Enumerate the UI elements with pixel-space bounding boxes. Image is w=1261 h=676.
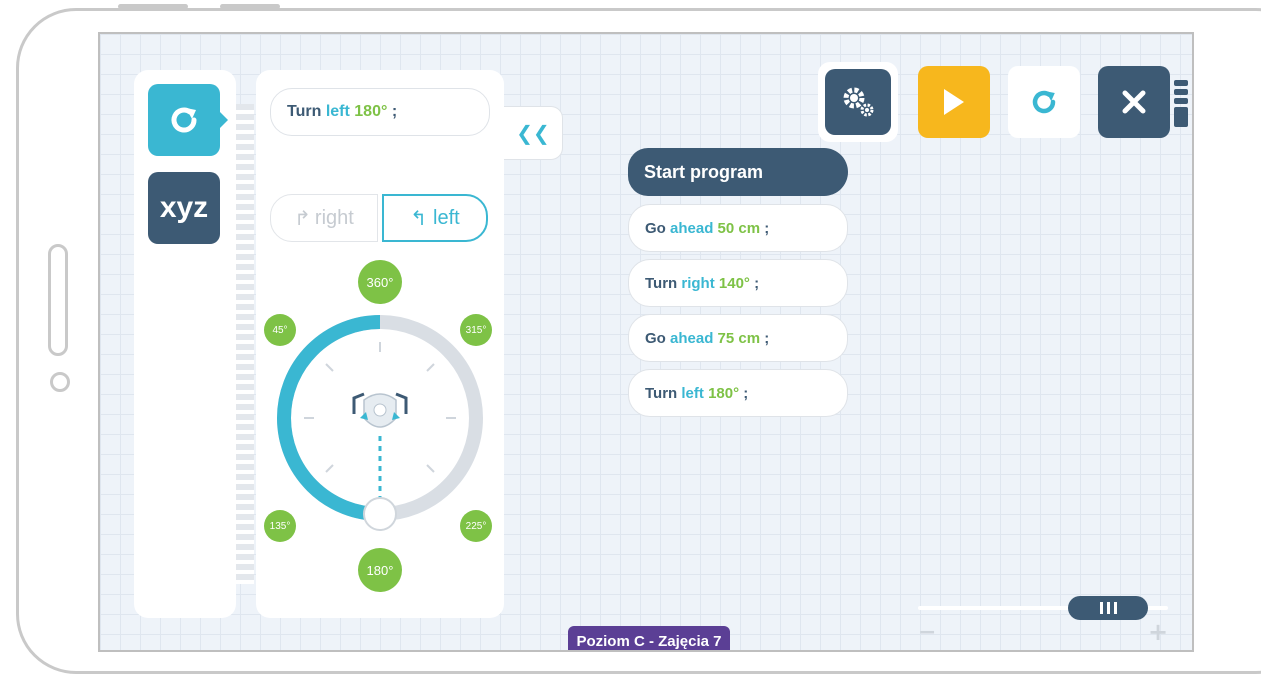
angle-label-lower-left[interactable]: 135° xyxy=(264,510,296,542)
angle-label-upper-left[interactable]: 45° xyxy=(264,314,296,346)
program-command[interactable]: Go ahead 50 cm ; xyxy=(628,204,848,252)
start-program-block[interactable]: Start program xyxy=(628,148,848,196)
command-verb: Turn xyxy=(645,274,678,292)
dial-knob xyxy=(363,497,397,531)
arrow-right-icon: ↱ xyxy=(294,207,311,230)
arrow-left-icon: ↰ xyxy=(410,207,428,230)
angle-label-top[interactable]: 360° xyxy=(358,260,402,304)
command-keyword: ahead xyxy=(670,219,714,237)
phone-button xyxy=(118,4,188,9)
level-badge: Poziom C - Zajęcia 7 xyxy=(568,626,730,650)
collapse-panel-button[interactable]: ❮❮ xyxy=(504,106,563,160)
close-button[interactable] xyxy=(1098,66,1170,138)
play-button[interactable] xyxy=(918,66,990,138)
command-terminator: ; xyxy=(764,329,770,347)
double-chevron-left-icon: ❮❮ xyxy=(516,121,550,145)
command-value: 140° xyxy=(718,274,750,292)
command-verb: Turn xyxy=(645,384,678,402)
phone-home-button xyxy=(50,372,70,392)
angle-label-upper-right[interactable]: 315° xyxy=(460,314,492,346)
category-rotate-button[interactable] xyxy=(148,84,220,156)
settings-button-frame xyxy=(818,62,898,142)
gears-icon xyxy=(843,87,874,117)
program-command[interactable]: Go ahead 75 cm ; xyxy=(628,314,848,362)
phone-button xyxy=(220,4,280,9)
preview-keyword: left xyxy=(325,103,350,120)
zoom-out-button[interactable]: − xyxy=(918,620,936,645)
command-keyword: left xyxy=(681,384,704,402)
turn-editor-panel: Turn left 180° ; ↱ right ↰ left 360° 180… xyxy=(256,70,504,618)
program-command[interactable]: Turn right 140° ; xyxy=(628,259,848,307)
close-icon xyxy=(1122,90,1146,114)
category-sidebar: xyz xyxy=(134,70,236,618)
direction-right-label: right xyxy=(314,206,354,229)
play-icon xyxy=(944,89,964,115)
preview-value: 180° xyxy=(354,103,388,120)
preview-verb: Turn xyxy=(287,103,322,120)
selected-indicator xyxy=(220,112,228,128)
command-keyword: right xyxy=(681,274,715,292)
command-terminator: ; xyxy=(754,274,760,292)
app-screen: xyz Turn left 180° ; ↱ right ↰ left 360°… xyxy=(98,32,1194,652)
phone-side-button xyxy=(48,244,68,356)
command-terminator: ; xyxy=(764,219,770,237)
xyz-label: xyz xyxy=(159,191,209,224)
reset-button[interactable] xyxy=(1008,66,1080,138)
category-xyz-button[interactable]: xyz xyxy=(148,172,220,244)
command-terminator: ; xyxy=(743,384,749,402)
direction-left-button[interactable]: ↰ left xyxy=(382,194,488,242)
command-value: 75 cm xyxy=(717,329,761,347)
settings-button[interactable] xyxy=(825,69,891,135)
zoom-slider[interactable] xyxy=(918,596,1168,620)
command-verb: Go xyxy=(645,219,666,237)
rotate-icon xyxy=(1032,90,1056,114)
zoom-thumb[interactable] xyxy=(1068,596,1148,620)
robot-icon xyxy=(352,392,408,428)
program-command[interactable]: Turn left 180° ; xyxy=(628,369,848,417)
direction-right-button[interactable]: ↱ right xyxy=(270,194,378,242)
command-value: 180° xyxy=(708,384,740,402)
command-verb: Go xyxy=(645,329,666,347)
command-value: 50 cm xyxy=(717,219,761,237)
block-ruler xyxy=(236,104,254,584)
preview-terminator: ; xyxy=(391,103,398,120)
angle-label-bottom[interactable]: 180° xyxy=(358,548,402,592)
rotate-icon xyxy=(171,107,197,133)
zoom-in-button[interactable]: + xyxy=(1148,618,1168,646)
angle-label-lower-right[interactable]: 225° xyxy=(460,510,492,542)
command-preview[interactable]: Turn left 180° ; xyxy=(270,88,490,136)
angle-dial[interactable] xyxy=(268,306,492,546)
direction-left-label: left xyxy=(433,206,460,229)
command-keyword: ahead xyxy=(670,329,714,347)
start-program-label: Start program xyxy=(644,161,764,182)
battery-icon xyxy=(1174,80,1192,132)
